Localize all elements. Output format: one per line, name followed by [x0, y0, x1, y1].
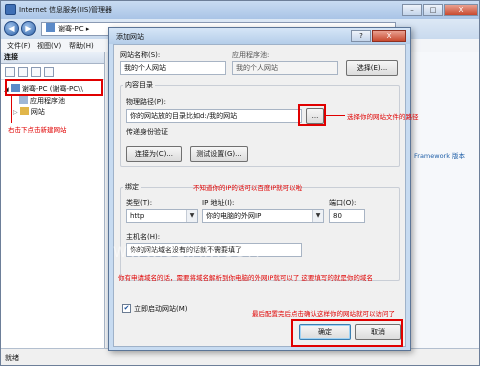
annotation-domain: 你有申请域名的话，需要将域名解析到你电脑的外网IP就可以了 这要填写的就是你的域…: [118, 274, 373, 282]
menu-view[interactable]: 视图(V): [37, 41, 61, 51]
physical-path-label: 物理路径(P):: [126, 98, 167, 106]
connect-icon[interactable]: [5, 67, 15, 77]
port-label: 端口(O):: [329, 199, 357, 207]
forward-button[interactable]: ▶: [21, 21, 36, 36]
site-name-label: 网站名称(S):: [120, 51, 161, 59]
binding-group: [120, 187, 400, 281]
binding-label: 绑定: [123, 182, 141, 192]
content-directory-label: 内容目录: [123, 80, 155, 90]
menu-help[interactable]: 帮助(H): [69, 41, 94, 51]
framework-version-link[interactable]: Framework 版本: [414, 150, 465, 160]
dialog-title: 添加网站: [116, 33, 144, 41]
ip-address-label: IP 地址(I):: [202, 199, 235, 207]
physical-path-input[interactable]: 你的网站放的目录比如d:/我的网站: [126, 109, 302, 123]
save-icon[interactable]: [18, 67, 28, 77]
annotation-highlight-ok-cancel: [291, 319, 403, 347]
tree-label: 应用程序池: [30, 97, 65, 105]
connections-header: 连接: [1, 52, 104, 64]
tree-item-sites[interactable]: ▷ 网站: [13, 107, 45, 118]
annotation-line: [326, 115, 345, 116]
connect-as-button[interactable]: 连接为(C)...: [126, 146, 182, 162]
minimize-button[interactable]: –: [402, 4, 422, 16]
annotation-ip: 不知道你的IP的话可以百度IP就可以啦: [193, 184, 303, 192]
passthrough-auth-label: 传递身份验证: [126, 128, 168, 136]
tree-label: 网站: [30, 108, 45, 116]
hostname-label: 主机名(H):: [126, 233, 161, 241]
ip-address-value: 你的电脑的外网IP: [206, 212, 262, 220]
dialog-titlebar: 添加网站 ? X: [109, 28, 410, 44]
chevron-down-icon[interactable]: ▼: [186, 210, 197, 222]
tree-item-app-pools[interactable]: 应用程序池: [19, 96, 65, 107]
chevron-down-icon[interactable]: ▼: [312, 210, 323, 222]
annotation-right-click: 右击下点击新建网站: [8, 126, 67, 134]
watermark: WWW.3LIAN.COM: [113, 245, 262, 261]
close-window-button[interactable]: X: [444, 4, 478, 16]
maximize-button[interactable]: □: [423, 4, 443, 16]
connections-pane: 连接 ◢ 谢骞-PC (谢骞-PC\\ 应用程序池 ▷ 网站: [1, 52, 105, 348]
actions-pane: Framework 版本: [409, 52, 479, 348]
type-value: http: [130, 212, 145, 220]
tree-expander-icon[interactable]: ▷: [13, 109, 18, 116]
app-pool-icon: [19, 96, 28, 104]
annotation-browse: 选择你的网站文件的路径: [347, 113, 419, 121]
test-settings-button[interactable]: 测试设置(G)...: [190, 146, 248, 162]
type-select[interactable]: http ▼: [126, 209, 198, 223]
window-controls: – □ X: [401, 4, 478, 16]
annotation-final: 最后配置完后点击确认这样你的网站就可以访问了: [252, 310, 395, 318]
address-path: 谢骞-PC ▸: [58, 25, 90, 33]
annotation-line: [11, 96, 12, 123]
start-immediately-checkbox[interactable]: ✔: [122, 304, 131, 313]
folder-icon: [19, 107, 29, 115]
back-button[interactable]: ◀: [4, 21, 19, 36]
type-label: 类型(T):: [126, 199, 153, 207]
window-title: Internet 信息服务(IIS)管理器: [19, 6, 113, 14]
connections-toolbar: [1, 64, 104, 80]
port-input[interactable]: 80: [329, 209, 365, 223]
window-titlebar: Internet 信息服务(IIS)管理器 – □ X: [1, 1, 479, 19]
annotation-highlight-server: [5, 79, 103, 96]
select-app-pool-button[interactable]: 选择(E)...: [346, 60, 398, 76]
dialog-close-button[interactable]: X: [372, 30, 406, 42]
help-button[interactable]: ?: [351, 30, 371, 42]
ip-address-select[interactable]: 你的电脑的外网IP ▼: [202, 209, 324, 223]
status-text: 就绪: [5, 354, 19, 362]
server-icon: [46, 23, 55, 32]
app-pool-label: 应用程序池:: [232, 51, 270, 59]
disconnect-icon[interactable]: [44, 67, 54, 77]
start-immediately-label: 立即启动网站(M): [134, 305, 188, 313]
dialog-body: 网站名称(S): 我的个人网站 应用程序池: 我的个人网站 选择(E)... 内…: [113, 44, 406, 347]
menu-file[interactable]: 文件(F): [7, 41, 31, 51]
app-pool-field: 我的个人网站: [232, 61, 338, 75]
up-icon[interactable]: [31, 67, 41, 77]
site-name-input[interactable]: 我的个人网站: [120, 61, 226, 75]
iis-app-icon: [5, 4, 16, 15]
annotation-highlight-browse: [298, 104, 326, 126]
